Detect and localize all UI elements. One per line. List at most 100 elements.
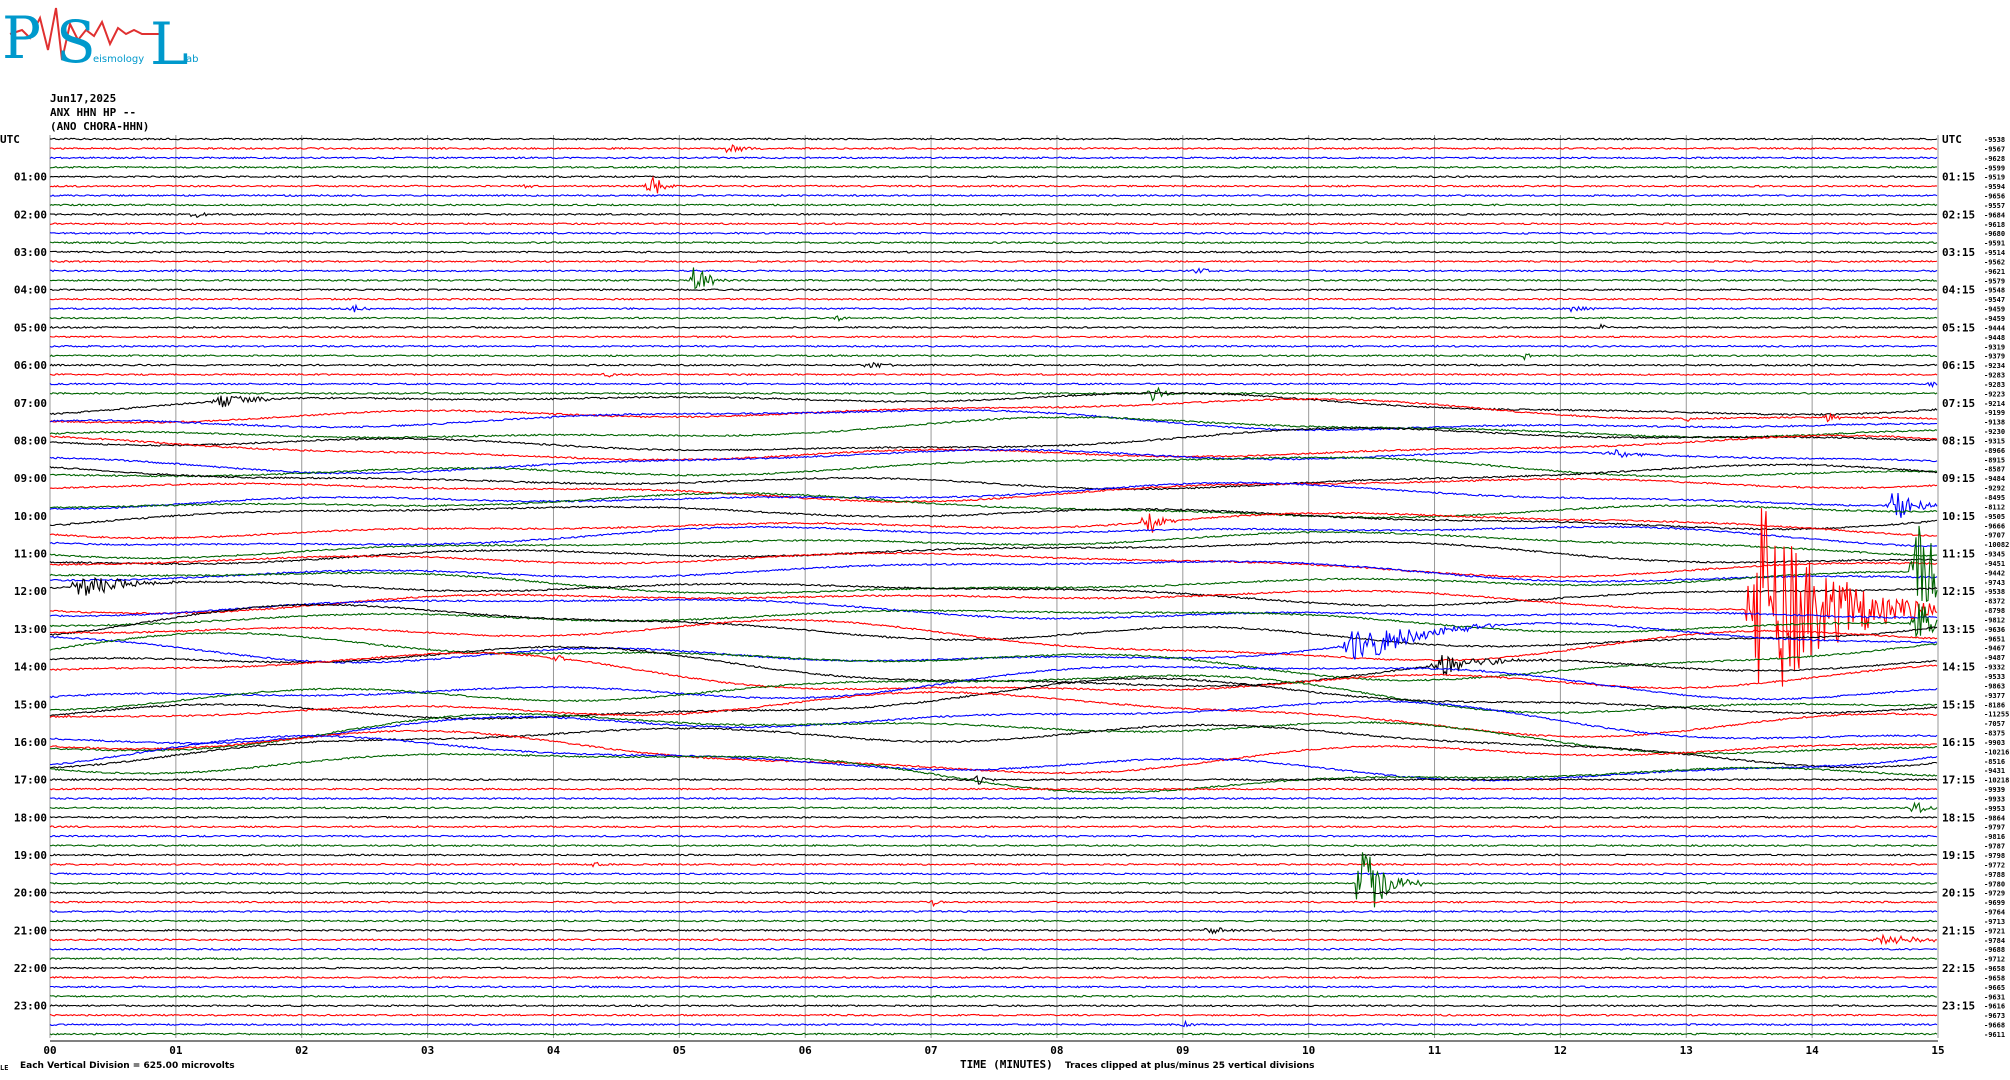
trace-line [49,645,1937,688]
trace-offset-label: -9699 [1984,899,2005,907]
trace-offset-label: -9223 [1984,390,2005,398]
hour-label-left: 23:00 [14,1000,47,1013]
trace-offset-label: -9797 [1984,824,2005,832]
trace-line [49,165,1937,169]
trace-offset-label: -9533 [1984,673,2005,681]
trace-offset-label: -9621 [1984,268,2005,276]
x-tick-label: 13 [1680,1044,1693,1057]
trace-offset-label: -9743 [1984,579,2005,587]
trace-offset-label: -9138 [1984,419,2005,427]
trace-offset-label: -9618 [1984,221,2005,229]
trace-offset-label: -9599 [1984,164,2005,172]
trace-offset-label: -9712 [1984,956,2005,964]
hour-label-right: 11:15 [1942,548,1975,561]
trace-offset-label: -9431 [1984,767,2005,775]
trace-line [49,752,1938,794]
hour-label-right: 08:15 [1942,434,1975,447]
trace-offset-label: -9772 [1984,861,2005,869]
trace-line [49,909,1938,914]
trace-offset-label: -9547 [1984,296,2005,304]
x-tick-label: 09 [1176,1044,1189,1057]
trace-line [49,975,1938,980]
trace-line [49,241,1938,245]
trace-offset-label: -9688 [1984,946,2005,954]
hour-label-right: 13:15 [1942,623,1975,636]
trace-offset-label: -8495 [1984,494,2005,502]
trace-offset-label: -9484 [1984,475,2005,483]
trace-offset-label: -9562 [1984,258,2005,266]
trace-line [49,966,1938,970]
trace-line [49,353,1938,361]
hour-label-left: 21:00 [14,924,47,937]
trace-offset-label: -9680 [1984,230,2005,238]
trace-offset-label: -8915 [1984,456,2005,464]
trace-offset-label: -9666 [1984,522,2005,530]
hour-label-left: 22:00 [14,962,47,975]
trace-offset-label: -9345 [1984,551,2005,559]
hour-label-left: 19:00 [14,849,47,862]
trace-offset-label: -9780 [1984,880,2005,888]
trace-line [49,267,1938,274]
trace-line [50,734,1938,782]
trace-line [49,933,1937,946]
trace-offset-label: -9684 [1984,211,2005,219]
logo-letter-s: S [56,8,96,70]
hour-label-right: 06:15 [1942,359,1975,372]
trace-line [49,1019,1938,1028]
logo-word-2: eismology [93,54,144,65]
seismic-traces [49,137,1938,1036]
hour-label-left: 10:00 [14,510,47,523]
trace-offset-label: -9444 [1984,324,2005,332]
trace-line [49,787,1938,791]
hour-label-left: 09:00 [14,472,47,485]
trace-offset-label: -9953 [1984,805,2005,813]
trace-offset-label: -9467 [1984,645,2005,653]
trace-offset-label: -9332 [1984,664,2005,672]
helicorder-plot: UTC UTC 01:00 02:00 03:00 04:00 05:00 06:00 07:0… [0,133,2009,1072]
hour-label-right: 15:15 [1942,698,1975,711]
trace-offset-label: -9903 [1984,739,2005,747]
hour-label-left: 02:00 [14,208,47,221]
trace-offset-label: -10082 [1984,541,2009,549]
right-axis-title: UTC [1942,133,1962,146]
hour-label-left: 12:00 [14,585,47,598]
trace-line [49,723,1938,769]
hour-label-right: 23:15 [1942,1000,1975,1013]
trace-offset-label: -9214 [1984,400,2005,408]
trace-line [49,481,1938,518]
x-tick-label: 04 [547,1044,561,1057]
trace-line [49,259,1938,264]
trace-offset-label: -9230 [1984,428,2005,436]
channel-label: ANX HHN HP -- [50,106,137,119]
x-tick-label: 01 [169,1044,183,1057]
trace-offset-label: -9315 [1984,437,2005,445]
trace-line [49,891,1937,895]
trace-offset-label: -9816 [1984,833,2005,841]
trace-offset-label: -10216 [1984,748,2009,756]
trace-line [49,700,1938,745]
trace-line [49,391,1938,416]
trace-offset-label: -9939 [1984,786,2005,794]
trace-line [49,372,1938,378]
trace-line [49,303,1938,313]
trace-offset-label: -9459 [1984,315,2005,323]
trace-offset-label: -11255 [1984,711,2009,719]
hour-label-left: 18:00 [14,811,47,824]
hour-label-left: 04:00 [14,284,47,297]
trace-line [49,463,1938,491]
trace-offset-label: -9459 [1984,306,2005,314]
trace-offset-label: -10218 [1984,777,2009,785]
trace-offset-label: -9628 [1984,155,2005,163]
trace-line [49,297,1938,301]
trace-offset-label: -8587 [1984,466,2005,474]
trace-line [49,361,1938,369]
hour-label-left: 05:00 [14,321,47,334]
logo-letter-l: L [150,10,189,70]
trace-line [49,576,1938,607]
trace-offset-label: -9199 [1984,409,2005,417]
x-tick-label: 15 [1931,1044,1944,1057]
trace-offset-label: -8112 [1984,503,2005,511]
trace-offset-label: -9864 [1984,814,2005,822]
trace-line [49,796,1938,801]
trace-line [49,222,1938,226]
